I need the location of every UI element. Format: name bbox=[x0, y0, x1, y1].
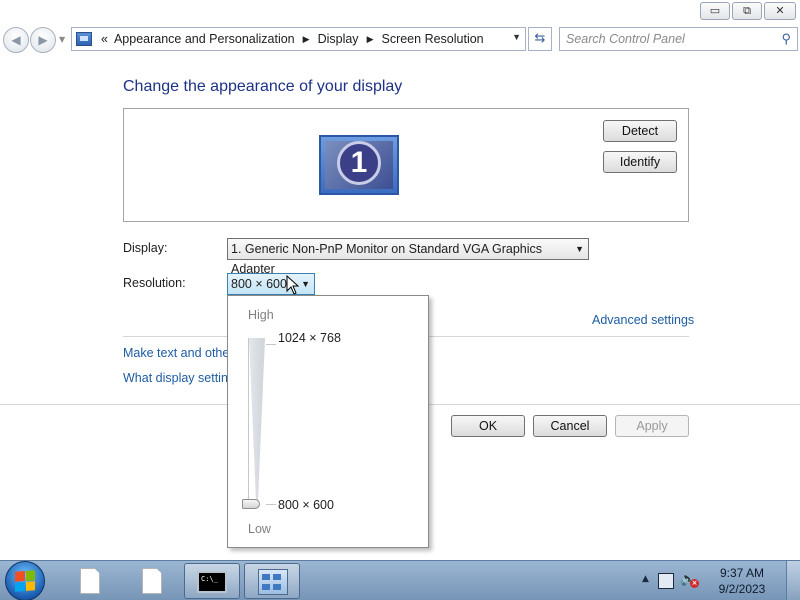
taskbar-item-command-prompt[interactable]: C:\_ bbox=[184, 563, 240, 599]
navigation-bar: ◀ ▶ ▼ « Appearance and Personalization ▶… bbox=[0, 22, 800, 56]
slider-low-label: Low bbox=[248, 522, 271, 536]
control-panel-icon bbox=[76, 32, 92, 46]
maximize-button[interactable]: ⧉ bbox=[732, 2, 762, 20]
advanced-settings-link[interactable]: Advanced settings bbox=[592, 313, 694, 327]
volume-muted-badge-icon: × bbox=[690, 579, 699, 588]
display-select[interactable]: 1. Generic Non-PnP Monitor on Standard V… bbox=[227, 238, 589, 276]
clock[interactable]: 9:37 AM 9/2/2023 bbox=[712, 565, 772, 597]
resolution-select[interactable]: 800 × 600 ▼ bbox=[227, 273, 315, 295]
back-button[interactable]: ◀ bbox=[3, 27, 29, 53]
back-arrow-icon: ◀ bbox=[11, 33, 21, 47]
slider-track[interactable] bbox=[249, 338, 265, 506]
chevron-down-icon: ▼ bbox=[575, 244, 584, 254]
identify-button[interactable]: Identify bbox=[603, 151, 677, 173]
taskbar-item-document-1[interactable] bbox=[60, 563, 116, 599]
show-desktop-button[interactable] bbox=[786, 561, 800, 600]
text-size-link[interactable]: Make text and other bbox=[123, 346, 233, 360]
command-prompt-icon: C:\_ bbox=[197, 571, 227, 593]
refresh-button[interactable]: ⇆ bbox=[528, 27, 552, 51]
clock-date: 9/2/2023 bbox=[718, 582, 766, 596]
display-settings-icon bbox=[258, 569, 288, 595]
apply-button[interactable]: Apply bbox=[615, 415, 689, 437]
minimize-button[interactable]: ▭ bbox=[700, 2, 730, 20]
search-icon[interactable]: ⚲ bbox=[781, 28, 791, 50]
slider-max-resolution[interactable]: 1024 × 768 bbox=[278, 331, 341, 345]
address-overflow-chevron[interactable]: « bbox=[101, 32, 108, 46]
slider-min-resolution[interactable]: 800 × 600 bbox=[278, 498, 334, 512]
taskbar: C:\_ ▲ 🔈 × 9:37 AM 9/2/2023 bbox=[0, 560, 800, 600]
display-select-value: 1. Generic Non-PnP Monitor on Standard V… bbox=[231, 242, 543, 276]
slider-tick-high bbox=[266, 344, 276, 345]
start-button[interactable] bbox=[2, 561, 52, 600]
monitor-number: 1 bbox=[337, 141, 381, 185]
refresh-icon: ⇆ bbox=[534, 31, 546, 46]
clock-time: 9:37 AM bbox=[719, 566, 765, 580]
forward-arrow-icon: ▶ bbox=[38, 33, 48, 47]
windows-logo-icon bbox=[15, 570, 35, 592]
chevron-down-icon: ▼ bbox=[301, 279, 310, 289]
monitor-icon[interactable]: 1 bbox=[319, 135, 399, 195]
monitor-preview-panel: 1 Detect Identify bbox=[123, 108, 689, 222]
forward-button[interactable]: ▶ bbox=[30, 27, 56, 53]
display-settings-help-link[interactable]: What display setting bbox=[123, 371, 235, 385]
title-bar: ▭ ⧉ ✕ bbox=[0, 0, 800, 22]
resolution-label: Resolution: bbox=[123, 276, 186, 290]
search-input[interactable]: Search Control Panel ⚲ bbox=[559, 27, 798, 51]
taskbar-item-document-2[interactable] bbox=[122, 563, 178, 599]
display-label: Display: bbox=[123, 241, 168, 255]
show-hidden-icons-icon[interactable]: ▲ bbox=[642, 574, 649, 584]
breadcrumb-appearance[interactable]: Appearance and Personalization bbox=[114, 32, 295, 46]
cancel-button[interactable]: Cancel bbox=[533, 415, 607, 437]
window-controls: ▭ ⧉ ✕ bbox=[700, 2, 796, 20]
mouse-cursor-icon bbox=[286, 275, 300, 295]
slider-tick-low bbox=[266, 504, 276, 505]
page-title: Change the appearance of your display bbox=[123, 78, 403, 95]
close-button[interactable]: ✕ bbox=[764, 2, 796, 20]
slider-high-label: High bbox=[248, 308, 274, 322]
breadcrumb-screen-resolution[interactable]: Screen Resolution bbox=[381, 32, 483, 46]
breadcrumb-separator-icon[interactable]: ▶ bbox=[303, 34, 310, 45]
detect-button[interactable]: Detect bbox=[603, 120, 677, 142]
ok-button[interactable]: OK bbox=[451, 415, 525, 437]
breadcrumb-display[interactable]: Display bbox=[318, 32, 359, 46]
document-icon bbox=[80, 568, 100, 594]
network-icon[interactable] bbox=[658, 573, 674, 589]
address-bar[interactable]: « Appearance and Personalization ▶ Displ… bbox=[71, 27, 526, 51]
recent-pages-dropdown-icon[interactable]: ▼ bbox=[59, 35, 65, 44]
address-dropdown-icon[interactable]: ▼ bbox=[512, 32, 521, 42]
resolution-select-value: 800 × 600 bbox=[231, 277, 287, 291]
resolution-slider-popup: High 1024 × 768 800 × 600 Low bbox=[227, 295, 429, 548]
search-placeholder: Search Control Panel bbox=[566, 32, 685, 46]
breadcrumb-separator-icon[interactable]: ▶ bbox=[367, 34, 374, 45]
system-tray: ▲ 🔈 × 9:37 AM 9/2/2023 bbox=[640, 561, 800, 600]
slider-track-edge bbox=[248, 338, 249, 506]
document-icon bbox=[142, 568, 162, 594]
slider-thumb[interactable] bbox=[242, 499, 260, 509]
taskbar-item-control-panel[interactable] bbox=[244, 563, 300, 599]
